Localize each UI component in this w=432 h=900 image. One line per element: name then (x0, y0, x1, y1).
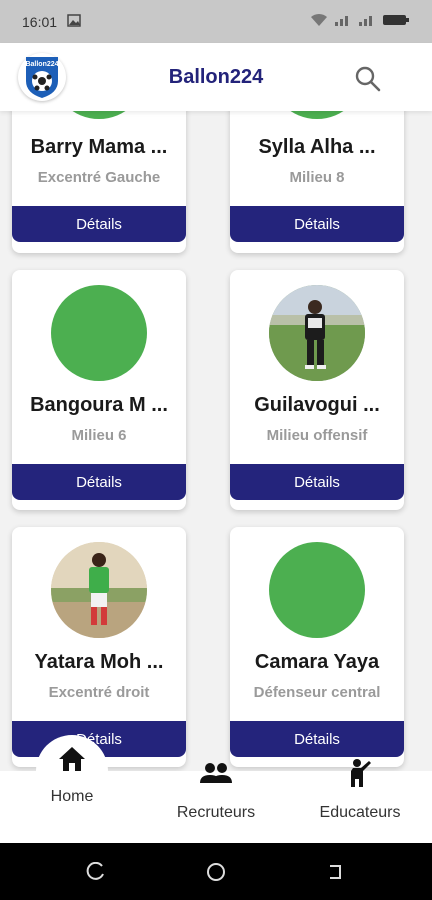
system-nav-bar (0, 843, 432, 900)
signal-icon (334, 13, 352, 30)
details-button[interactable]: Détails (12, 464, 186, 500)
search-icon (355, 66, 381, 92)
player-position: Excentré Gauche (37, 169, 161, 186)
nav-home[interactable]: Home (22, 745, 122, 806)
nav-educators-label: Educateurs (319, 804, 401, 821)
nav-home-label: Home (50, 788, 94, 805)
player-avatar (51, 111, 147, 119)
player-card[interactable]: Sylla Alha ... Milieu 8 Détails (230, 111, 404, 253)
player-name: Bangoura M ... (30, 394, 168, 416)
status-bar: 16:01 (0, 0, 432, 43)
recents-icon[interactable] (86, 861, 106, 887)
details-button[interactable]: Détails (230, 464, 404, 500)
player-card[interactable]: Guilavogui ... Milieu offensif Détails (230, 270, 404, 510)
player-card[interactable]: Barry Mama ... Excentré Gauche Détails (12, 111, 186, 253)
player-position: Défenseur central (253, 684, 381, 701)
player-name: Yatara Moh ... (34, 651, 164, 673)
app-bar: Ballon224 Ballon224 (0, 43, 432, 111)
teacher-icon (351, 759, 371, 787)
player-position: Milieu 8 (289, 169, 345, 186)
player-position: Milieu 6 (71, 427, 127, 444)
back-icon[interactable] (326, 862, 346, 887)
player-card[interactable]: Bangoura M ... Milieu 6 Détails (12, 270, 186, 510)
home-system-icon[interactable] (206, 862, 226, 887)
player-name: Sylla Alha ... (258, 136, 376, 158)
home-icon (59, 747, 85, 771)
details-button[interactable]: Détails (12, 206, 186, 242)
signal-icon-2 (358, 13, 376, 30)
player-avatar (269, 111, 365, 119)
bottom-nav: Home Recruteurs Educateurs (0, 735, 432, 843)
player-card[interactable]: Camara Yaya Défenseur central Détails (230, 527, 404, 767)
player-grid[interactable]: Barry Mama ... Excentré Gauche Détails S… (0, 111, 432, 771)
player-name: Camara Yaya (254, 651, 380, 673)
player-name: Guilavogui ... (254, 394, 380, 416)
wifi-icon (310, 13, 328, 30)
nav-educators[interactable]: Educateurs (300, 757, 420, 822)
people-icon (200, 763, 232, 783)
player-position: Milieu offensif (266, 427, 368, 444)
search-button[interactable] (354, 65, 382, 93)
gallery-icon (67, 13, 81, 30)
player-name: Barry Mama ... (30, 136, 168, 158)
player-avatar (269, 542, 365, 638)
player-avatar (51, 285, 147, 381)
status-time: 16:01 (22, 13, 58, 30)
details-button[interactable]: Détails (230, 721, 404, 757)
nav-recruiters-label: Recruteurs (176, 804, 256, 821)
details-button[interactable]: Détails (230, 206, 404, 242)
player-card[interactable]: Yatara Moh ... Excentré droit Détails (12, 527, 186, 767)
nav-recruiters[interactable]: Recruteurs (156, 761, 276, 822)
player-photo (269, 285, 365, 381)
battery-icon (382, 13, 410, 30)
player-photo (51, 542, 147, 638)
player-position: Excentré droit (48, 684, 150, 701)
